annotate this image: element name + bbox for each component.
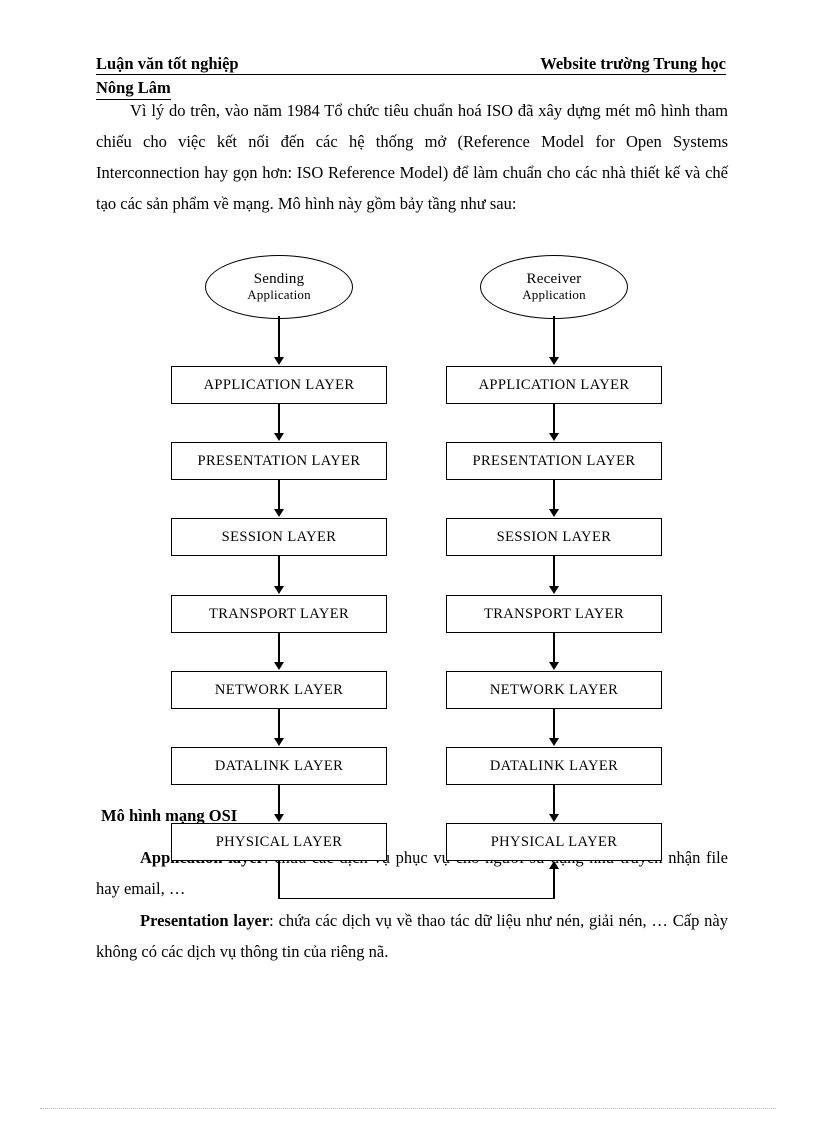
left-arrowhead-session-to-transport [274, 586, 284, 594]
right-layer-box-network: NETWORK LAYER [446, 671, 662, 709]
right-arrowhead-network-to-datalink [549, 738, 559, 746]
right-connector-network-to-datalink [553, 709, 555, 739]
left-arrowhead-application-to-presentation [274, 433, 284, 441]
right-arrowhead-application-to-presentation [549, 433, 559, 441]
left-layer-box-application: APPLICATION LAYER [171, 366, 387, 404]
right-connector-application-to-presentation [553, 404, 555, 434]
left-connector-application-to-presentation [278, 404, 280, 434]
right-connector-datalink-to-physical [553, 785, 555, 815]
right-layer-box-session: SESSION LAYER [446, 518, 662, 556]
header-rule-row: Luận văn tốt nghiệp Website trường Trung… [96, 52, 726, 75]
sending-application-subtitle: Application [247, 287, 311, 303]
left-layer-box-presentation: PRESENTATION LAYER [171, 442, 387, 480]
receiver-application-subtitle: Application [522, 287, 586, 303]
left-layer-box-network: NETWORK LAYER [171, 671, 387, 709]
left-arrowhead-transport-to-network [274, 662, 284, 670]
header-right-text: Website trường Trung học [540, 54, 726, 73]
right-arrowhead-datalink-to-physical [549, 814, 559, 822]
left-connector-datalink-to-physical [278, 785, 280, 815]
intro-paragraph: Vì lý do trên, vào năm 1984 Tổ chức tiêu… [96, 101, 728, 213]
right-connector-ellipse-to-application [553, 316, 555, 358]
right-layer-box-datalink: DATALINK LAYER [446, 747, 662, 785]
left-connector-network-to-datalink [278, 709, 280, 739]
right-connector-transport-to-network [553, 633, 555, 663]
left-connector-ellipse-to-application [278, 316, 280, 358]
left-layer-box-session: SESSION LAYER [171, 518, 387, 556]
left-connector-transport-to-network [278, 633, 280, 663]
left-arrowhead-ellipse-to-application [274, 357, 284, 365]
running-header: Luận văn tốt nghiệp Website trường Trung… [96, 52, 726, 100]
left-layer-box-physical: PHYSICAL LAYER [171, 823, 387, 861]
right-layer-box-presentation: PRESENTATION LAYER [446, 442, 662, 480]
right-arrowhead-ellipse-to-application [549, 357, 559, 365]
receiver-application-title: Receiver [526, 271, 582, 288]
right-arrowhead-session-to-transport [549, 586, 559, 594]
left-connector-session-to-transport [278, 556, 280, 587]
medium-link-horizontal [278, 897, 555, 899]
receiver-application-node: Receiver Application [480, 255, 628, 319]
right-connector-presentation-to-session [553, 480, 555, 510]
medium-link-arrowhead [549, 861, 559, 869]
left-layer-box-transport: TRANSPORT LAYER [171, 595, 387, 633]
right-layer-box-application: APPLICATION LAYER [446, 366, 662, 404]
right-connector-session-to-transport [553, 556, 555, 587]
left-connector-presentation-to-session [278, 480, 280, 510]
header-left-text: Luận văn tốt nghiệp [96, 54, 239, 73]
sending-application-title: Sending [253, 271, 305, 288]
left-arrowhead-presentation-to-session [274, 509, 284, 517]
presentation-layer-paragraph: Presentation layer: chứa các dịch vụ về … [96, 905, 728, 967]
right-arrowhead-presentation-to-session [549, 509, 559, 517]
sending-application-node: Sending Application [205, 255, 353, 319]
page-bottom-rule [40, 1108, 776, 1109]
medium-link-left-drop [278, 861, 280, 899]
right-arrowhead-transport-to-network [549, 662, 559, 670]
presentation-layer-term: Presentation layer [140, 911, 270, 930]
right-layer-box-transport: TRANSPORT LAYER [446, 595, 662, 633]
medium-link-right-rise [553, 869, 555, 899]
document-page: Luận văn tốt nghiệp Website trường Trung… [0, 0, 816, 1123]
left-arrowhead-datalink-to-physical [274, 814, 284, 822]
right-layer-box-physical: PHYSICAL LAYER [446, 823, 662, 861]
left-arrowhead-network-to-datalink [274, 738, 284, 746]
left-layer-box-datalink: DATALINK LAYER [171, 747, 387, 785]
